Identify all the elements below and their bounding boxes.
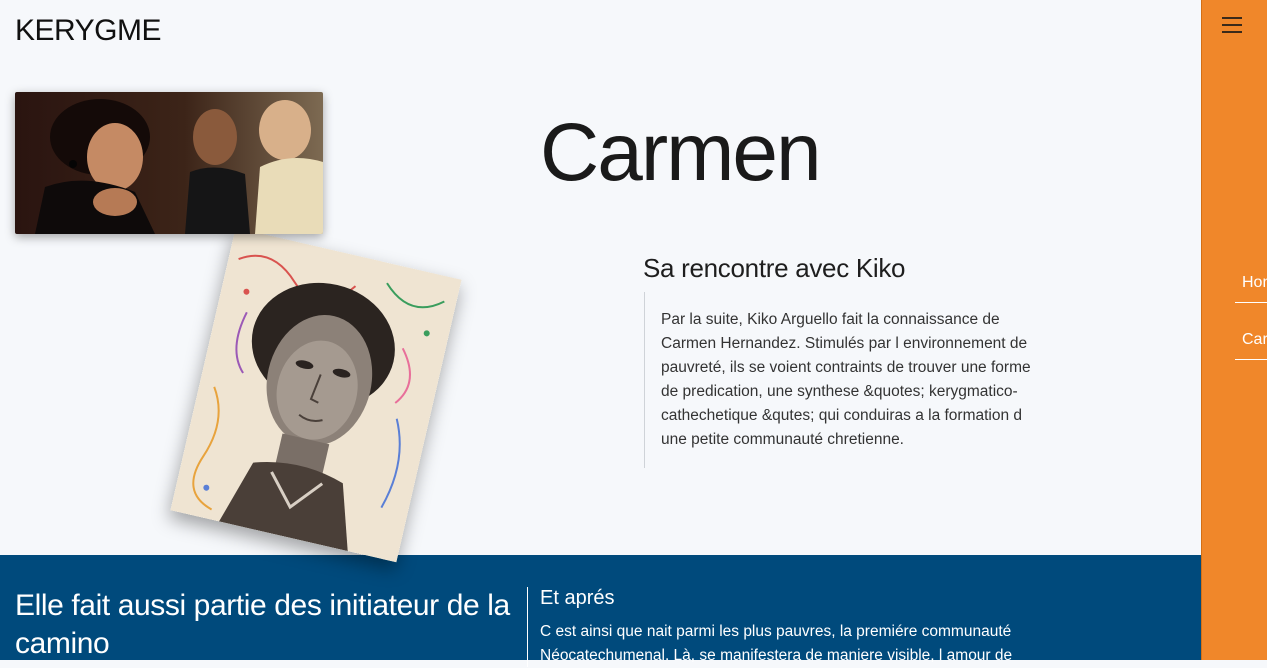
carmen-meeting-photo	[15, 92, 323, 234]
sidebar-item-carmen[interactable]: Carmen	[1235, 322, 1267, 360]
band-title: Elle fait aussi partie des initiateur de…	[15, 589, 510, 660]
band-subtitle: Et aprés	[540, 587, 615, 609]
sidebar-item-home[interactable]: Home	[1235, 265, 1267, 303]
main-content: KERYGME Carmen Sa rencontre avec Kiko Pa…	[0, 0, 1201, 667]
band-paragraph: C est ainsi que nait parmi les plus pauv…	[540, 623, 1013, 664]
intro-paragraph: Par la suite, Kiko Arguello fait la conn…	[644, 292, 1044, 468]
section-subtitle: Sa rencontre avec Kiko	[643, 253, 906, 283]
sidebar: Home Carmen	[1201, 0, 1267, 660]
page-title: Carmen	[540, 107, 822, 198]
info-band: Elle fait aussi partie des initiateur de…	[0, 555, 1201, 667]
carmen-portrait-painting	[170, 227, 462, 563]
site-logo[interactable]: KERYGME	[15, 14, 162, 48]
band-divider	[527, 587, 528, 667]
hamburger-icon[interactable]	[1222, 17, 1242, 35]
